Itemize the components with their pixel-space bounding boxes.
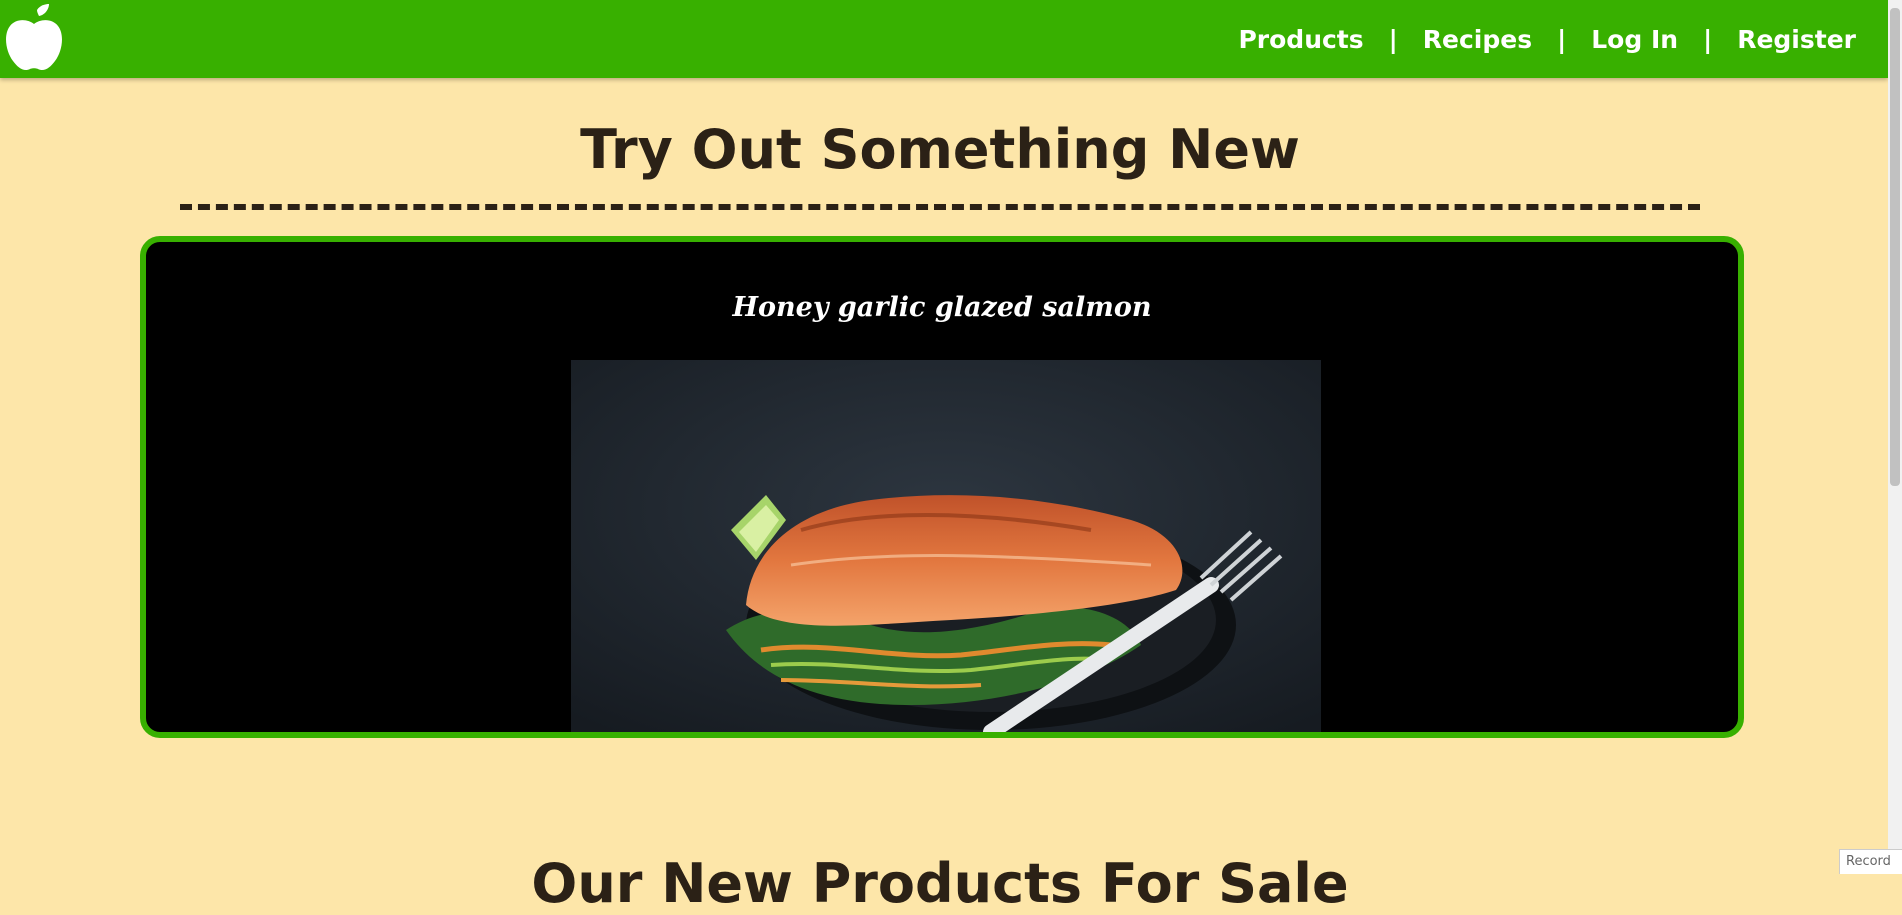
record-button[interactable]: Record	[1839, 849, 1902, 874]
dashed-divider	[180, 204, 1700, 210]
nav-separator: |	[1703, 24, 1713, 54]
salmon-plate-photo[interactable]	[571, 360, 1321, 732]
recipe-title: Honey garlic glazed salmon	[732, 292, 1152, 323]
nav-products-link[interactable]: Products	[1238, 25, 1363, 54]
section-title-new-products: Our New Products For Sale	[531, 852, 1349, 915]
scrollbar-thumb[interactable]	[1890, 8, 1900, 486]
apple-logo-icon[interactable]	[4, 4, 64, 72]
nav-separator: |	[1388, 24, 1398, 54]
main-nav: Products | Recipes | Log In | Register	[1238, 0, 1856, 78]
nav-register-link[interactable]: Register	[1737, 25, 1856, 54]
recipe-card[interactable]: Honey garlic glazed salmon	[140, 236, 1744, 738]
page-title: Try Out Something New	[580, 118, 1300, 181]
top-navigation-bar: Products | Recipes | Log In | Register	[0, 0, 1888, 78]
nav-login-link[interactable]: Log In	[1591, 25, 1678, 54]
vertical-scrollbar[interactable]	[1888, 0, 1902, 874]
nav-separator: |	[1557, 24, 1567, 54]
nav-recipes-link[interactable]: Recipes	[1423, 25, 1532, 54]
